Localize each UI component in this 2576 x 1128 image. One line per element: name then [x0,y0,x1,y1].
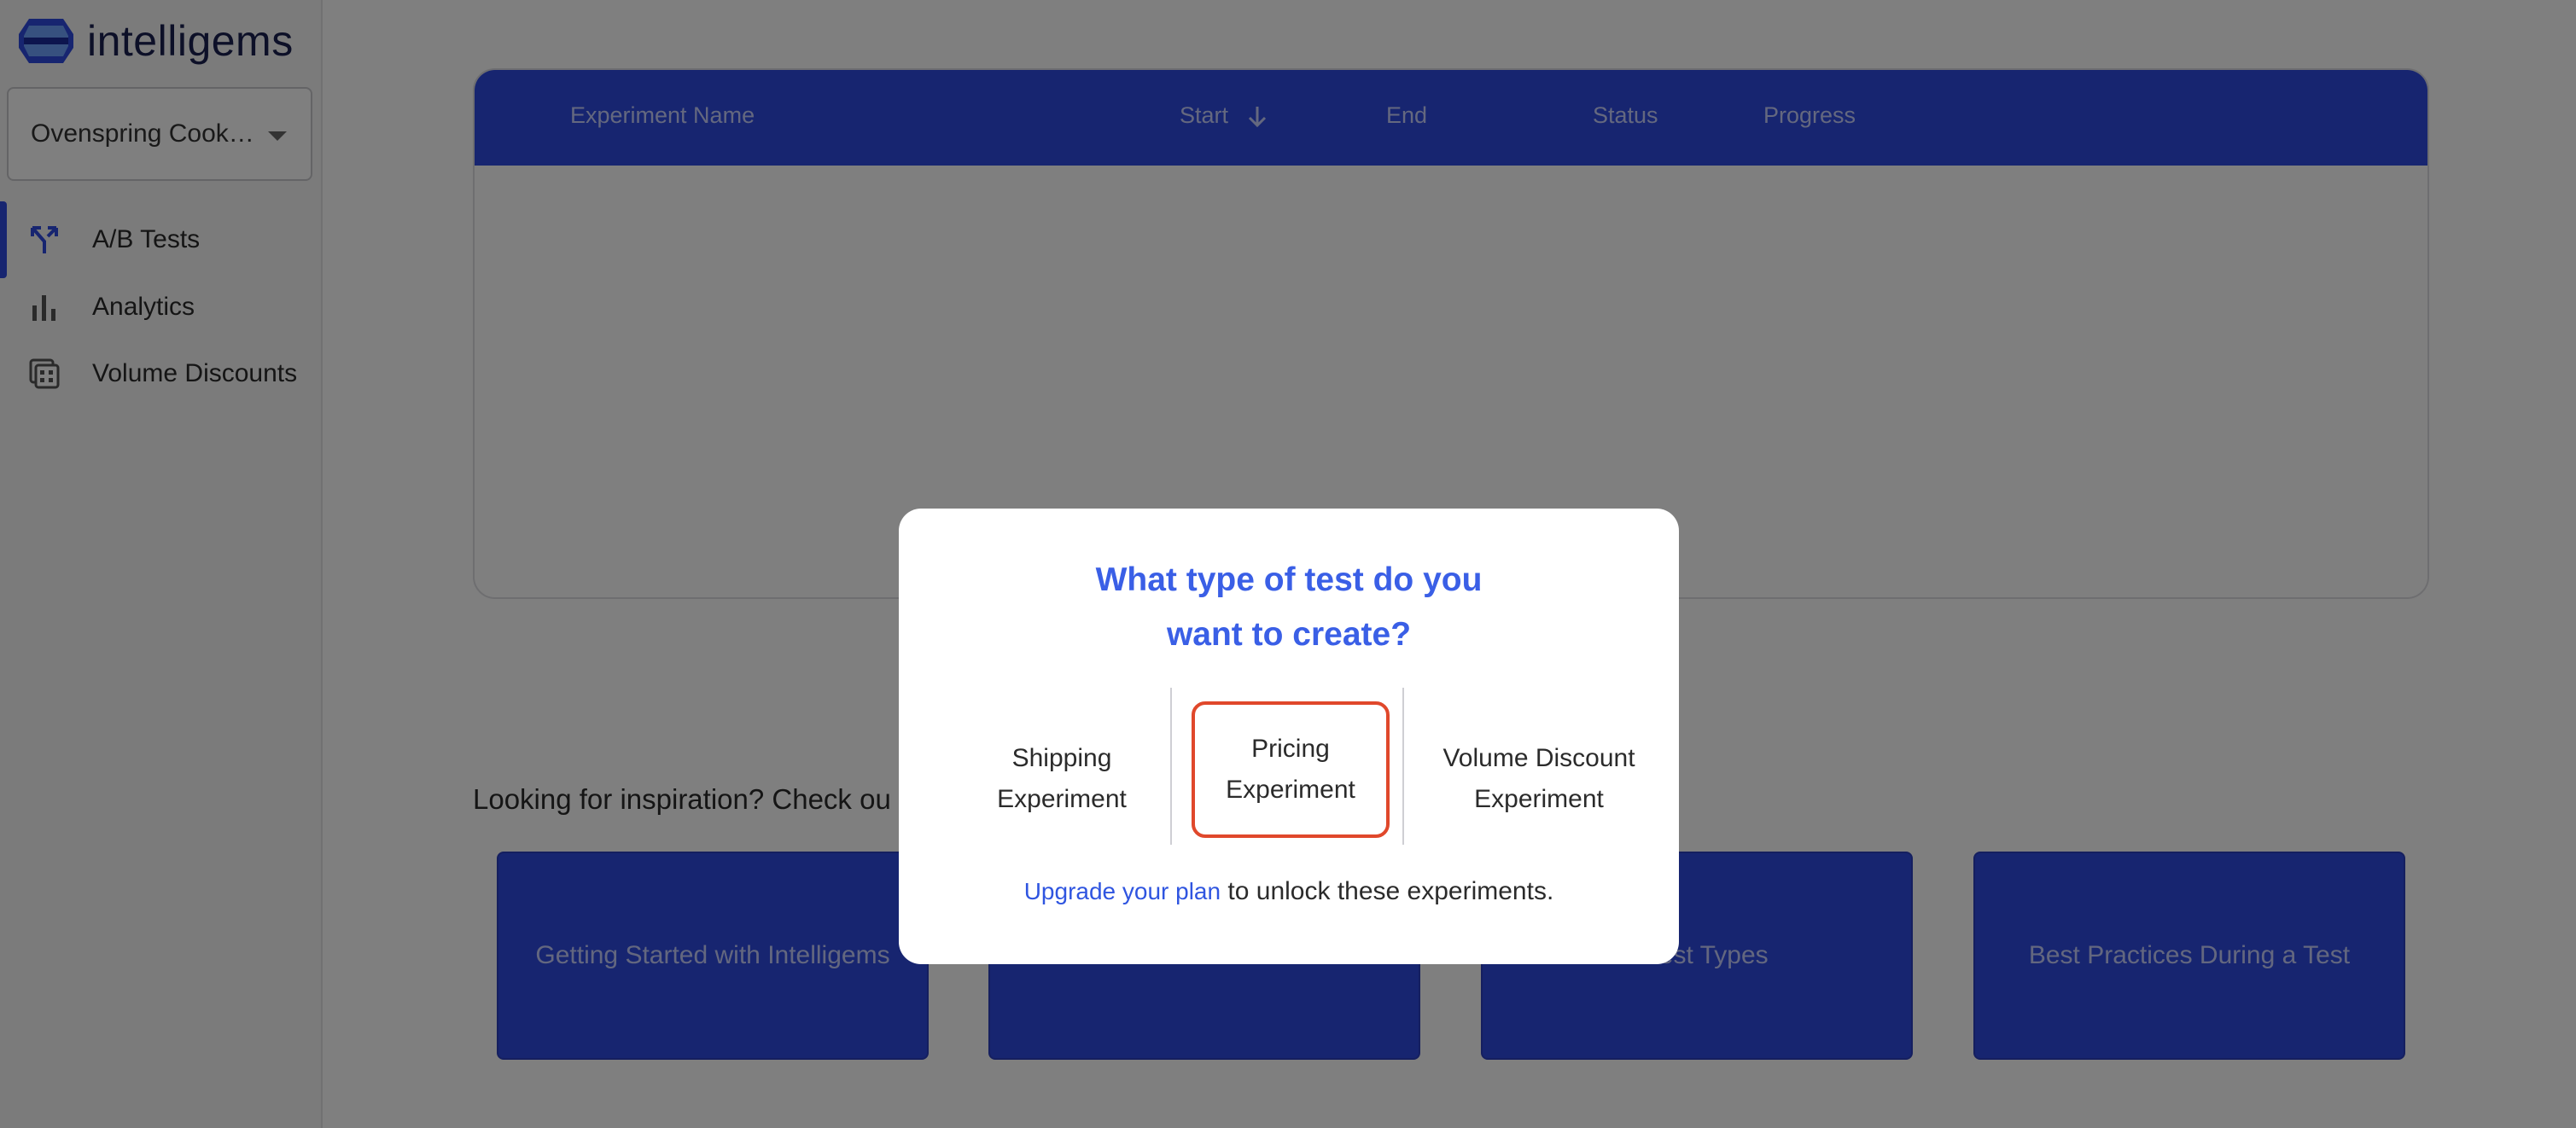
test-type-dialog: What type of test do you want to create?… [899,509,1679,964]
option-label-line-1: Shipping [1011,744,1112,772]
dialog-title-line-2: want to create? [1166,616,1412,653]
pricing-experiment-option[interactable]: Pricing Experiment [1192,701,1390,838]
option-divider [1170,688,1172,845]
option-label-line-2: Experiment [997,785,1127,813]
dialog-title: What type of test do you want to create? [899,553,1679,662]
shipping-experiment-option[interactable]: Shipping Experiment [967,701,1157,857]
volume-discount-experiment-option[interactable]: Volume Discount Experiment [1419,701,1658,857]
option-label-line-1: Pricing [1251,735,1330,763]
upgrade-notice-text: to unlock these experiments. [1221,877,1554,905]
option-divider [1402,688,1404,845]
option-label-line-1: Volume Discount [1442,744,1635,772]
upgrade-plan-link[interactable]: Upgrade your plan [1024,878,1221,904]
option-label-line-2: Experiment [1226,776,1355,804]
upgrade-notice: Upgrade your plan to unlock these experi… [899,877,1679,906]
option-label-line-2: Experiment [1474,785,1604,813]
dialog-title-line-1: What type of test do you [1095,561,1483,598]
